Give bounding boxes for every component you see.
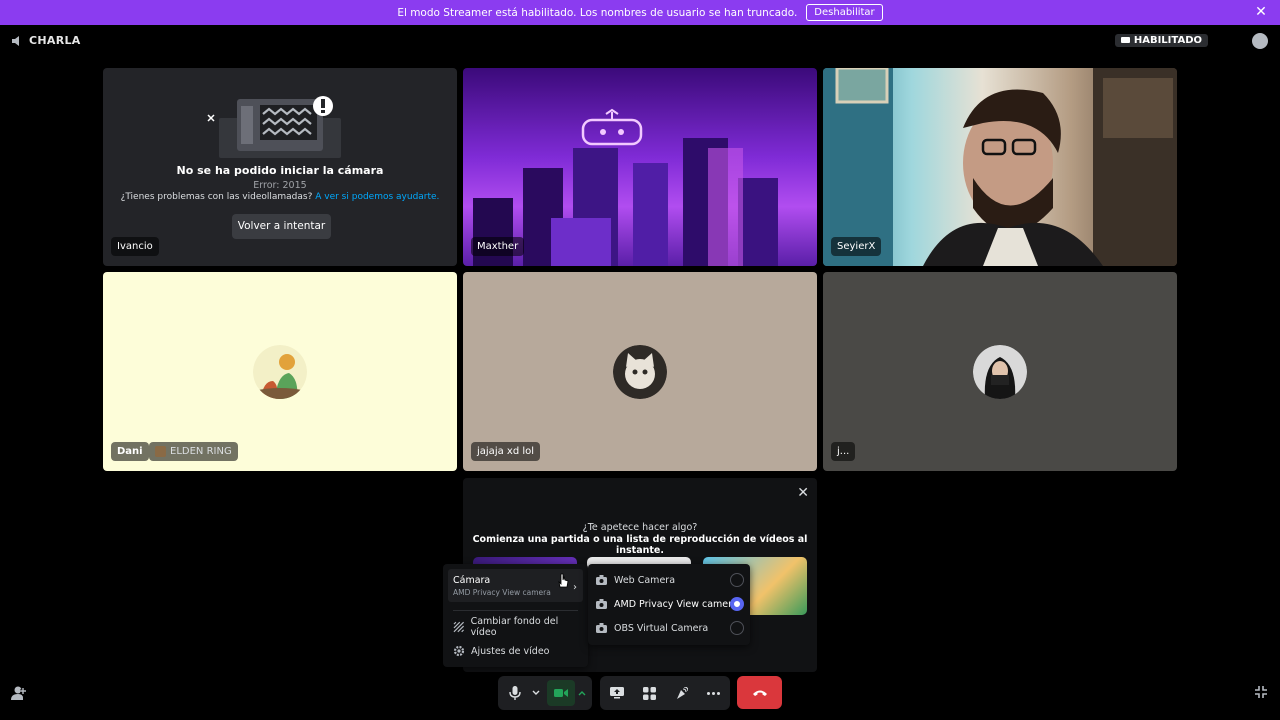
camera-options-button[interactable] xyxy=(575,680,589,706)
activity-subtitle: Comienza una partida o una lista de repr… xyxy=(472,534,808,556)
camera-selected-label: AMD Privacy View camera xyxy=(453,588,551,597)
radio-button[interactable] xyxy=(730,621,744,635)
disable-streamer-mode-button[interactable]: Deshabilitar xyxy=(806,4,883,21)
streamer-mode-banner: El modo Streamer está habilitado. Los no… xyxy=(0,0,1280,25)
streamer-icon xyxy=(1120,36,1130,43)
chevron-up-icon xyxy=(578,691,586,696)
camera-option-label: AMD Privacy View camera xyxy=(614,598,738,610)
microphone-button[interactable] xyxy=(501,680,529,706)
participant-tile-4[interactable]: Dani ELDEN RING xyxy=(103,272,457,471)
camera-option-obs[interactable]: OBS Virtual Camera xyxy=(596,618,744,638)
activity-badge: ELDEN RING xyxy=(149,442,238,461)
exit-fullscreen-icon[interactable] xyxy=(1254,685,1268,699)
background-icon xyxy=(453,621,465,633)
camera-option-label: OBS Virtual Camera xyxy=(614,622,709,634)
video-settings-label: Ajustes de vídeo xyxy=(471,645,550,657)
camera-option-amd[interactable]: AMD Privacy View camera xyxy=(596,594,744,614)
participant-tile-6[interactable]: j... xyxy=(823,272,1177,471)
video-settings-menu-item[interactable]: Ajustes de vídeo xyxy=(448,640,583,662)
gear-icon xyxy=(453,645,465,657)
add-people-icon[interactable] xyxy=(11,685,27,701)
top-bar: CHARLA HABILITADO xyxy=(0,30,1280,52)
activity-label: ELDEN RING xyxy=(170,446,232,457)
retry-button[interactable]: Volver a intentar xyxy=(232,214,331,239)
screen-share-button[interactable] xyxy=(603,680,631,706)
call-actions xyxy=(600,676,730,710)
change-background-label: Cambiar fondo del vídeo xyxy=(470,616,559,638)
avatar xyxy=(253,345,307,399)
camera-button[interactable] xyxy=(547,680,575,706)
activity-title: ¿Te apetece hacer algo? xyxy=(582,522,698,533)
participant-name: Dani xyxy=(111,442,149,461)
avatar xyxy=(613,345,667,399)
banner-message: El modo Streamer está habilitado. Los no… xyxy=(397,6,798,19)
radio-button[interactable] xyxy=(730,573,744,587)
camera-option-label: Web Camera xyxy=(614,574,676,586)
more-icon xyxy=(706,691,720,695)
participant-name: Ivancio xyxy=(111,237,159,256)
status-badge-label: HABILITADO xyxy=(1133,35,1202,46)
radio-button-selected[interactable] xyxy=(730,597,744,611)
change-background-menu-item[interactable]: Cambiar fondo del vídeo xyxy=(448,616,583,638)
screen-share-icon xyxy=(610,687,624,699)
participant-tile-1[interactable]: No se ha podido iniciar la cámara Error:… xyxy=(103,68,457,266)
menu-divider xyxy=(453,610,578,611)
phone-hangup-icon xyxy=(752,690,767,696)
avatar xyxy=(973,345,1027,399)
soundboard-button[interactable] xyxy=(667,680,695,706)
audio-video-controls xyxy=(498,676,592,710)
banner-close-icon[interactable]: ✕ xyxy=(1254,5,1268,19)
camera-error-title: No se ha podido iniciar la cámara xyxy=(176,164,384,177)
app-title: CHARLA xyxy=(29,34,81,47)
camera-error-code: Error: 2015 xyxy=(253,180,307,191)
camera-icon xyxy=(596,623,607,633)
activities-button[interactable] xyxy=(635,680,663,706)
rocket-icon xyxy=(642,686,656,700)
camera-submenu: Web Camera AMD Privacy View camera OBS V… xyxy=(588,564,750,645)
participant-name: jajaja xd lol xyxy=(471,442,541,461)
help-question: ¿Tienes problemas con las videollamadas? xyxy=(120,192,313,202)
participant-name: SeyierX xyxy=(831,237,882,256)
microphone-icon xyxy=(509,686,521,700)
participant-tile-5[interactable]: jajaja xd lol xyxy=(463,272,817,471)
chat-bubble-icon[interactable] xyxy=(1252,33,1268,49)
participant-name: j... xyxy=(831,442,856,461)
camera-option-web[interactable]: Web Camera xyxy=(596,570,744,590)
status-badge: HABILITADO xyxy=(1114,34,1208,47)
participant-tile-3[interactable]: SeyierX xyxy=(823,68,1177,266)
video-camera-icon xyxy=(554,689,568,697)
mouse-cursor-icon xyxy=(558,573,569,588)
end-call-button[interactable] xyxy=(737,676,782,709)
chevron-right-icon: › xyxy=(573,582,577,593)
soundboard-icon xyxy=(676,686,688,699)
more-options-button[interactable] xyxy=(699,680,727,706)
camera-icon xyxy=(596,599,607,609)
close-icon[interactable]: ✕ xyxy=(797,485,809,501)
camera-help-text: ¿Tienes problemas con las videollamadas?… xyxy=(103,192,457,202)
chevron-down-icon xyxy=(532,690,540,695)
game-icon xyxy=(155,446,166,457)
participant-tile-2[interactable]: Maxther xyxy=(463,68,817,266)
microphone-options-button[interactable] xyxy=(529,680,543,706)
broken-camera-illustration-icon xyxy=(207,96,341,158)
speaker-icon xyxy=(12,35,19,46)
help-link[interactable]: A ver si podemos ayudarte. xyxy=(315,192,439,202)
participant-name: Maxther xyxy=(471,237,525,256)
app-logo: CHARLA xyxy=(11,34,81,47)
camera-icon xyxy=(596,575,607,585)
